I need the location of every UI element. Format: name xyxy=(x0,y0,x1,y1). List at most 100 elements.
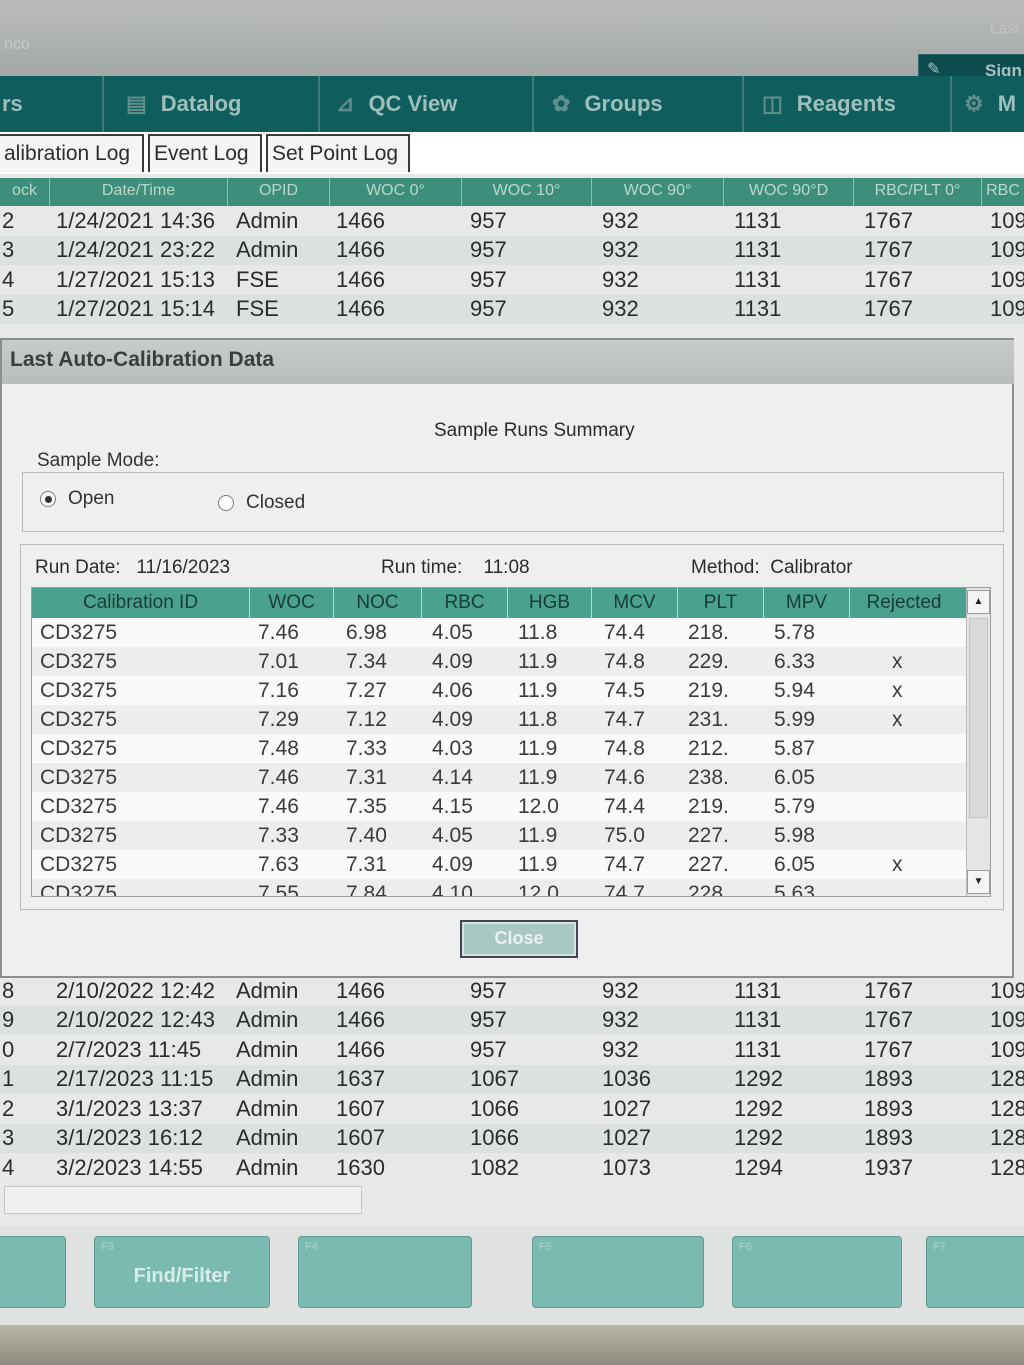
table-row[interactable]: CD3275 7.55 7.84 4.10 12.0 74.7 228. 5.63 xyxy=(32,879,990,897)
table-cell: 7.48 xyxy=(258,736,299,760)
col-header[interactable]: MPV xyxy=(764,588,850,618)
fkey-button[interactable]: F6 xyxy=(732,1236,902,1308)
table-cell: 1767 xyxy=(864,1036,913,1062)
nav-qc-view[interactable]: ⊿ QC View xyxy=(320,76,534,132)
table-row[interactable]: 4 1/27/2021 15:13 FSE 1466 957 932 1131 1767 109 xyxy=(0,265,1024,295)
table-cell: 2/17/2023 11:15 xyxy=(56,1066,214,1092)
qc-view-icon: ⊿ xyxy=(336,91,355,116)
last-label: Last xyxy=(989,20,1020,37)
col-header[interactable]: PLT xyxy=(678,588,764,618)
nav-tests[interactable]: rs xyxy=(0,76,104,132)
table-row[interactable]: 3 3/1/2023 16:12 Admin 1607 1066 1027 1292 1893… xyxy=(0,1123,1024,1153)
table-row[interactable]: 2 1/24/2021 14:36 Admin 1466 957 932 1131 1767 1… xyxy=(0,206,1024,236)
radio-open[interactable]: Open xyxy=(40,488,114,510)
table-row[interactable]: 3 1/24/2021 23:22 Admin 1466 957 932 1131 1767 1… xyxy=(0,235,1024,265)
table-cell: 11.8 xyxy=(518,707,558,731)
table-cell: Admin xyxy=(236,1154,299,1180)
col-header[interactable]: Date/Time xyxy=(50,178,228,206)
table-cell: 957 xyxy=(470,1007,507,1033)
col-header[interactable]: WOC xyxy=(250,588,334,618)
table-cell: 1027 xyxy=(602,1125,651,1151)
col-header[interactable]: RBC/PLT 0° xyxy=(854,178,982,206)
radio-open-dot[interactable] xyxy=(40,491,56,507)
table-row[interactable]: CD3275 7.46 7.31 4.14 11.9 74.6 238. 6.05 xyxy=(32,763,990,792)
table-row[interactable]: CD3275 7.63 7.31 4.09 11.9 74.7 227. 6.05 x xyxy=(32,850,990,879)
table-row[interactable]: CD3275 7.29 7.12 4.09 11.8 74.7 231. 5.99 x xyxy=(32,705,990,734)
table-cell: 7.46 xyxy=(258,765,299,789)
find-filter-button[interactable]: F3 Find/Filter xyxy=(94,1236,270,1308)
tab-calibration-log[interactable]: alibration Log xyxy=(0,134,144,172)
col-header[interactable]: OPID xyxy=(228,178,330,206)
table-row[interactable]: 1 2/17/2023 11:15 Admin 1637 1067 1036 1292 189… xyxy=(0,1064,1024,1094)
table-cell: 7.33 xyxy=(346,736,387,760)
fkey-button[interactable]: F5 xyxy=(532,1236,704,1308)
table-row[interactable]: CD3275 7.46 7.35 4.15 12.0 74.4 219. 5.79 xyxy=(32,792,990,821)
table-row[interactable]: CD3275 7.01 7.34 4.09 11.9 74.8 229. 6.33 x xyxy=(32,647,990,676)
scroll-thumb[interactable] xyxy=(969,618,988,818)
radio-closed-dot[interactable] xyxy=(218,495,234,511)
table-row[interactable]: 5 1/27/2021 15:14 FSE 1466 957 932 1131 1767 109 xyxy=(0,294,1024,324)
scroll-up-icon[interactable]: ▲ xyxy=(967,590,990,614)
table-cell: 7.55 xyxy=(258,881,299,897)
table-cell: 2/10/2022 12:43 xyxy=(56,1007,216,1033)
table-cell: 957 xyxy=(470,207,507,233)
col-header[interactable]: WOC 10° xyxy=(462,178,592,206)
nav-groups-label: Groups xyxy=(584,91,663,116)
nav-reagents[interactable]: ◫ Reagents xyxy=(744,76,952,132)
col-header[interactable]: RBC xyxy=(422,588,508,618)
table-row[interactable]: 0 2/7/2023 11:45 Admin 1466 957 932 1131 1767 10… xyxy=(0,1035,1024,1065)
fkey-button[interactable]: F7 xyxy=(926,1236,1024,1308)
col-header[interactable]: WOC 90°D xyxy=(724,178,854,206)
col-header[interactable]: Calibration ID xyxy=(32,588,250,618)
nav-datalog[interactable]: ▤ Datalog xyxy=(104,76,320,132)
col-header[interactable]: ock xyxy=(0,178,50,206)
table-row[interactable]: CD3275 7.16 7.27 4.06 11.9 74.5 219. 5.94 x xyxy=(32,676,990,705)
table-cell: 7.29 xyxy=(258,707,299,731)
col-header[interactable]: Rejected xyxy=(850,588,958,618)
table-cell: 932 xyxy=(602,1036,639,1062)
table-cell: 1066 xyxy=(470,1125,519,1151)
table-cell: 11.9 xyxy=(518,823,558,847)
monitor-bezel xyxy=(0,1325,1024,1365)
fkey-number: F3 xyxy=(101,1241,114,1253)
col-header[interactable]: WOC 90° xyxy=(592,178,724,206)
table-row[interactable]: 9 2/10/2022 12:43 Admin 1466 957 932 1131 1767 1… xyxy=(0,1005,1024,1035)
table-cell: Admin xyxy=(236,1036,299,1062)
nav-maintenance[interactable]: ⚙ M xyxy=(952,76,1024,132)
table-cell: 1767 xyxy=(864,296,913,322)
scroll-down-icon[interactable]: ▼ xyxy=(967,870,990,894)
fkey-button[interactable] xyxy=(0,1236,66,1308)
close-button[interactable]: Close xyxy=(460,920,578,958)
table-row[interactable]: CD3275 7.33 7.40 4.05 11.9 75.0 227. 5.98 xyxy=(32,821,990,850)
nav-groups[interactable]: ✿ Groups xyxy=(534,76,744,132)
fkey-button[interactable]: F4 xyxy=(298,1236,472,1308)
table-cell: 1466 xyxy=(336,1007,385,1033)
table-cell: 218. xyxy=(688,620,729,644)
runs-scrollbar[interactable]: ▲ ▼ xyxy=(966,588,990,896)
table-cell: 4.10 xyxy=(432,881,473,897)
table-cell: 3 xyxy=(2,237,15,263)
function-key-bar: F3 Find/Filter F4 F5 F6 F7 xyxy=(0,1226,1024,1325)
table-cell: 4.09 xyxy=(432,649,473,673)
nav-reagents-label: Reagents xyxy=(796,91,896,116)
table-row[interactable]: 2 3/1/2023 13:37 Admin 1607 1066 1027 1292 1893… xyxy=(0,1094,1024,1124)
col-header[interactable]: NOC xyxy=(334,588,422,618)
table-row[interactable]: 8 2/10/2022 12:42 Admin 1466 957 932 1131 1767 1… xyxy=(0,976,1024,1006)
col-header[interactable]: HGB xyxy=(508,588,592,618)
tab-set-point-log[interactable]: Set Point Log xyxy=(266,134,410,172)
table-row[interactable]: CD3275 7.46 6.98 4.05 11.8 74.4 218. 5.78 xyxy=(32,618,990,647)
table-cell: 1292 xyxy=(734,1095,783,1121)
radio-closed[interactable]: Closed xyxy=(218,492,305,514)
table-row[interactable]: CD3275 7.48 7.33 4.03 11.9 74.8 212. 5.87 xyxy=(32,734,990,763)
table-cell: 1/27/2021 15:13 xyxy=(56,266,216,292)
col-header[interactable]: WOC 0° xyxy=(330,178,462,206)
table-cell: 4.05 xyxy=(432,823,473,847)
tab-event-log[interactable]: Event Log xyxy=(148,134,262,172)
col-header[interactable]: MCV xyxy=(592,588,678,618)
table-row[interactable]: 4 3/2/2023 14:55 Admin 1630 1082 1073 1294 1937… xyxy=(0,1153,1024,1183)
table-cell: 219. xyxy=(688,678,729,702)
table-cell: 109 xyxy=(990,237,1024,263)
table-cell: 2 xyxy=(2,207,15,233)
col-header[interactable]: RBC xyxy=(982,178,1024,206)
table-cell: 74.8 xyxy=(604,649,645,673)
